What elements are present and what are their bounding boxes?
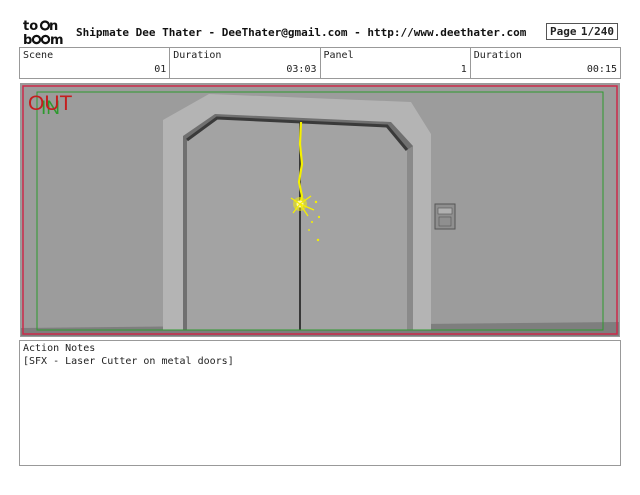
scene-duration-label: Duration: [173, 50, 222, 61]
panel-duration-label: Duration: [473, 50, 522, 61]
page-label: Page: [550, 25, 577, 38]
scene-duration-value: 03:03: [286, 64, 317, 75]
panel-duration-cell: Duration 00:15: [471, 48, 620, 78]
svg-text:n: n: [49, 19, 58, 34]
panel-info-row: Scene 01 Duration 03:03 Panel 1 Duration…: [19, 47, 621, 79]
scene-value: 01: [154, 64, 167, 75]
panel-label: Panel: [323, 50, 354, 61]
panel-cell: Panel 1: [321, 48, 471, 78]
action-notes-text: [SFX - Laser Cutter on metal doors]: [23, 356, 234, 367]
svg-text:b: b: [23, 33, 32, 46]
header-title: Shipmate Dee Thater - DeeThater@gmail.co…: [76, 26, 527, 39]
page-indicator: Page 1/240: [546, 23, 618, 40]
scene-label: Scene: [23, 50, 54, 61]
scene-duration-cell: Duration 03:03: [170, 48, 321, 78]
scene-cell: Scene 01: [20, 48, 171, 78]
svg-text:to: to: [23, 19, 38, 34]
panel-value: 1: [460, 64, 467, 75]
storyboard-panel-image: IN OUT: [20, 83, 620, 337]
svg-text:m: m: [50, 33, 64, 46]
panel-duration-value: 00:15: [586, 64, 617, 75]
toon-boom-logo: to n b m: [22, 18, 68, 46]
action-notes-label: Action Notes: [23, 343, 96, 354]
page-value: 1/240: [580, 25, 614, 38]
out-label: OUT: [28, 92, 73, 115]
action-notes-box: Action Notes [SFX - Laser Cutter on meta…: [19, 340, 621, 466]
